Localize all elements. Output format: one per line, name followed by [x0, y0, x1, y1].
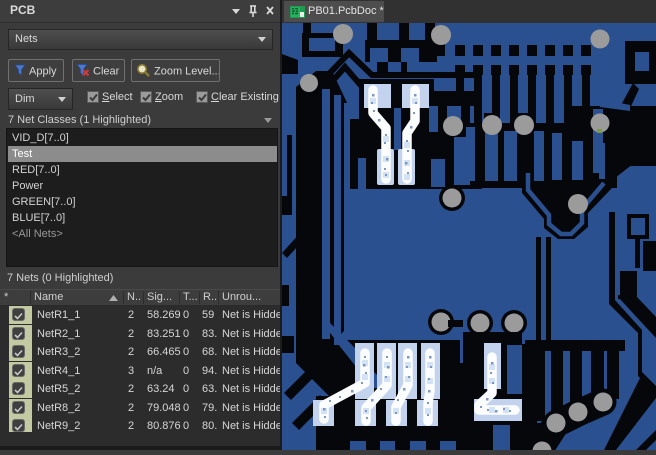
svg-text:Zoom Level...: Zoom Level... — [154, 66, 219, 78]
svg-text:Clear: Clear — [93, 66, 120, 78]
svg-text:Apply: Apply — [29, 66, 57, 78]
